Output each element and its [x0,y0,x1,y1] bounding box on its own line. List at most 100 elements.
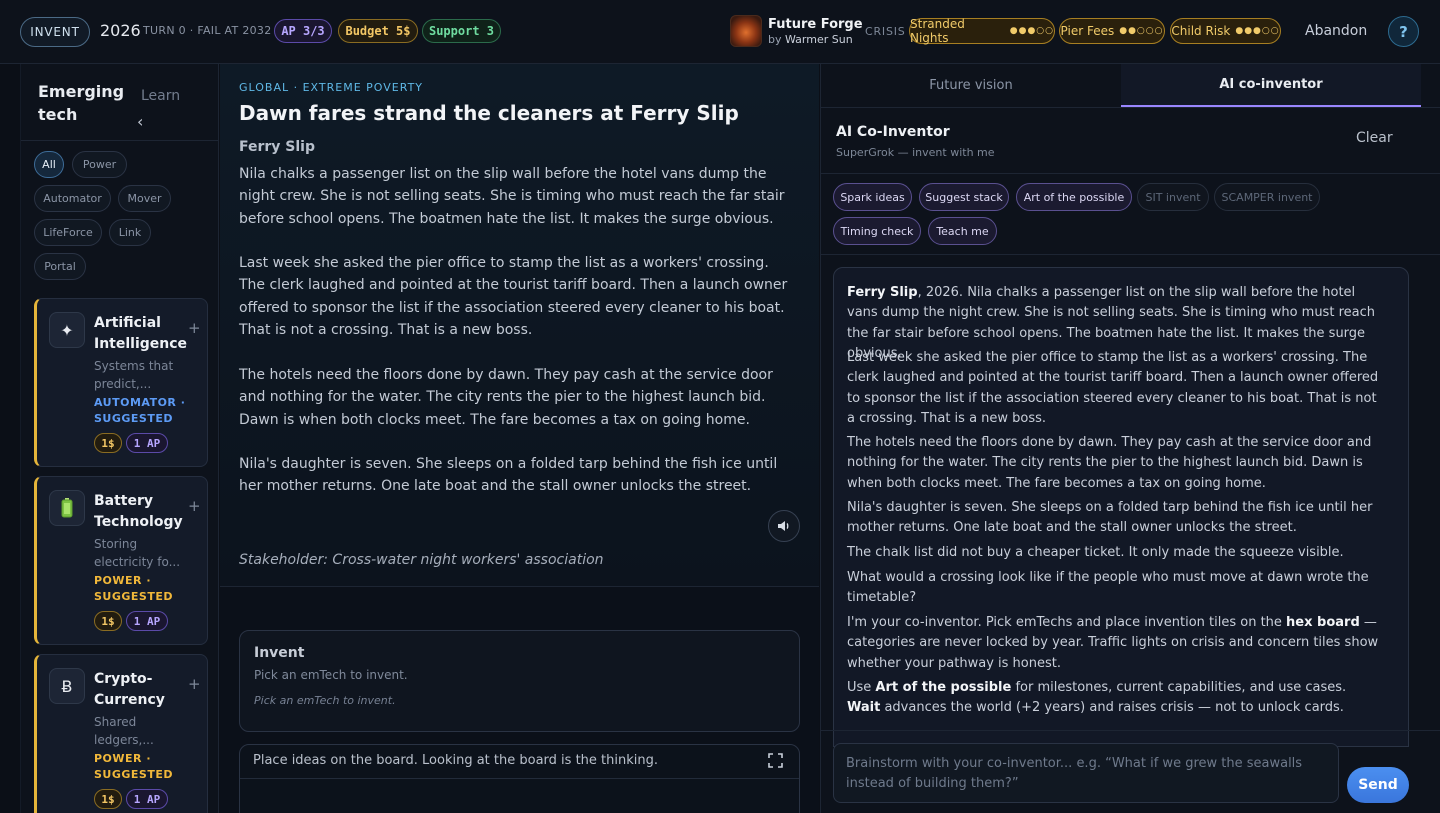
expand-icon[interactable] [768,753,783,768]
tech-card-name: Artificial Intelligence [94,315,188,352]
mode-badge[interactable]: INVENT [20,17,90,47]
tech-card-status: SUGGESTED [94,768,173,781]
story-paragraph: Last week she asked the pier office to s… [239,255,788,338]
tech-card-crypto-currency[interactable]: Ƀ Crypto-Currency + Shared ledgers,... P… [34,654,208,813]
tech-card-description: Shared ledgers,... [94,715,154,747]
crisis-level-dots: ●●○○○ [1119,26,1164,36]
filter-all[interactable]: All [34,151,64,178]
divider [821,730,1440,731]
suggest-stack-button[interactable]: Suggest stack [919,183,1009,211]
filter-link[interactable]: Link [109,219,151,246]
tech-card-tag: POWER · SUGGESTED [94,574,173,603]
tech-card-status: SUGGESTED [94,412,173,425]
stakeholder-label: Stakeholder: Cross-water night workers' … [239,552,604,568]
tab-learn[interactable]: Learn [141,88,180,104]
tab-ai-co-inventor[interactable]: AI co-inventor [1121,64,1421,107]
chat-transcript[interactable]: Ferry Slip, 2026. Nila chalks a passenge… [833,267,1409,747]
crisis-label: CRISIS [865,25,906,38]
cost-badge: 1$ [94,789,122,809]
tech-card-tag: AUTOMATOR · SUGGESTED [94,396,186,425]
divider [821,173,1440,174]
chat-message: The hotels need the floors done by dawn.… [847,435,1372,491]
sit-invent-button[interactable]: SIT invent [1137,183,1209,211]
crisis-level-dots: ●●●○○ [1009,26,1054,36]
sparkle-icon: ✦ [49,312,85,348]
tech-card-description: Systems that predict,... [94,359,174,391]
add-icon[interactable]: + [188,497,201,515]
budget-badge: Budget 5$ [338,19,418,43]
tech-card-category: AUTOMATOR [94,396,177,409]
tech-card-artificial-intelligence[interactable]: ✦ Artificial Intelligence + Systems that… [34,298,208,467]
crisis-level-dots: ●●●○○ [1235,26,1280,36]
chat-text: advances the world (+2 years) and raises… [880,700,1344,716]
timing-check-button[interactable]: Timing check [833,217,921,245]
bitcoin-icon: Ƀ [49,668,85,704]
chat-input[interactable]: Brainstorm with your co-inventor... e.g.… [833,743,1339,803]
chat-text: I'm your co-inventor. Pick emTechs and p… [847,615,1287,630]
game-logo [730,15,762,47]
tech-card-category: POWER [94,574,143,587]
send-button[interactable]: Send [1347,767,1409,803]
crisis-badge-stranded-nights[interactable]: Stranded Nights ●●●○○ [909,17,1055,45]
divider [821,107,1440,108]
crisis-badge-label: Stranded Nights [910,17,965,45]
crisis-badge-pier-fees[interactable]: Pier Fees ●●○○○ [1059,18,1165,44]
abandon-button[interactable]: Abandon [1305,23,1367,39]
board-caption: Place ideas on the board. Looking at the… [253,753,658,768]
chat-bold: Art of the possible [875,680,1012,695]
filter-portal[interactable]: Portal [34,253,86,280]
story-place: Ferry Slip [239,139,316,155]
right-panel: Future vision AI co-inventor AI Co-Inven… [820,64,1440,813]
spark-ideas-button[interactable]: Spark ideas [833,183,912,211]
invent-title: Invent [254,645,305,661]
chat-message: Use Art of the possible for milestones, … [847,678,1383,719]
art-of-the-possible-button[interactable]: Art of the possible [1016,183,1132,211]
tech-card-battery-technology[interactable]: Battery Technology + Storing electricity… [34,476,208,645]
help-button[interactable]: ? [1388,16,1419,47]
ap-cost-badge: 1 AP [126,433,168,453]
add-icon[interactable]: + [188,675,201,693]
crisis-badge-child-risk[interactable]: Child Risk ●●●○○ [1170,18,1281,44]
battery-icon [49,490,85,526]
action-points-badge: AP 3/3 [274,19,332,43]
story-paragraph: The hotels need the floors done by dawn.… [239,367,773,428]
story-paragraph: Nila chalks a passenger list on the slip… [239,166,785,227]
tab-emerging-tech[interactable]: Emerging tech [38,80,128,126]
tech-card-name: Crypto-Currency [94,671,165,708]
chat-bold: hex board [1286,615,1360,630]
chat-message: I'm your co-inventor. Pick emTechs and p… [847,613,1383,674]
current-year: 2026 [100,21,141,40]
tech-card-name: Battery Technology [94,493,183,530]
divider [821,254,1440,255]
chevron-left-icon[interactable]: ‹ [137,112,143,131]
chat-bold: Wait [847,700,881,716]
chat-bold: Ferry Slip [847,285,918,300]
chat-message: Nila's daughter is seven. She sleeps on … [847,500,1373,536]
scamper-invent-button[interactable]: SCAMPER invent [1214,183,1320,211]
support-badge: Support 3 [422,19,501,43]
chat-message: What would a crossing look like if the p… [847,570,1369,606]
byline-author: Warmer Sun [785,33,853,46]
story-paragraph: Nila's daughter is seven. She sleeps on … [239,456,778,495]
turn-info: TURN 0 · FAIL AT 2032 [143,24,272,37]
chat-text: for milestones, current capabilities, an… [1011,680,1347,695]
filter-lifeforce[interactable]: LifeForce [34,219,102,246]
invent-hint: Pick an emTech to invent. [254,694,396,707]
ap-cost-badge: 1 AP [126,611,168,631]
clear-button[interactable]: Clear [1356,130,1393,146]
emerging-tech-sidebar: Emerging tech Learn ‹ All Power Automato… [20,64,219,813]
crisis-badge-label: Pier Fees [1060,24,1115,38]
top-bar: INVENT 2026 TURN 0 · FAIL AT 2032 AP 3/3… [0,0,1440,64]
game-byline: by Warmer Sun [768,33,853,46]
tech-card-tag: POWER · SUGGESTED [94,752,173,781]
filter-automator[interactable]: Automator [34,185,111,212]
speaker-icon[interactable] [768,510,800,542]
tab-future-vision[interactable]: Future vision [821,64,1121,107]
add-icon[interactable]: + [188,319,201,337]
filter-power[interactable]: Power [72,151,127,178]
hex-board-panel[interactable]: Place ideas on the board. Looking at the… [239,744,800,813]
cost-badge: 1$ [94,433,122,453]
filter-mover[interactable]: Mover [118,185,171,212]
cost-badge: 1$ [94,611,122,631]
teach-me-button[interactable]: Teach me [928,217,997,245]
